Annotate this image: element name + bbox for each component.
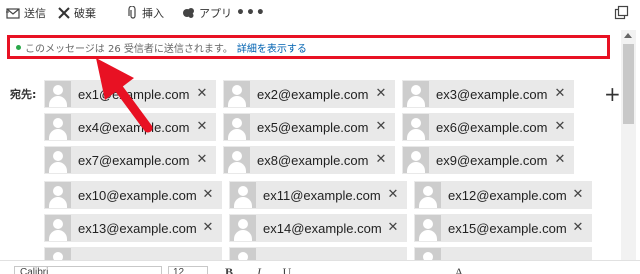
remove-icon[interactable]: ✕ [552, 86, 568, 102]
recipient-chip[interactable]: ex12@example.com ✕ [414, 181, 592, 209]
avatar [45, 215, 71, 241]
underline-button[interactable]: U [278, 265, 296, 274]
remove-icon[interactable]: ✕ [194, 86, 210, 102]
remove-icon[interactable]: ✕ [200, 220, 216, 236]
recipient-chip[interactable]: ex7@example.com ✕ [44, 146, 216, 174]
more-icon: ••• [236, 5, 266, 21]
status-dot-icon [16, 44, 21, 50]
insert-button[interactable]: 挿入 [128, 4, 164, 22]
avatar [45, 182, 71, 208]
remove-icon[interactable]: ✕ [373, 86, 389, 102]
attach-icon [128, 6, 136, 19]
recipient-chip[interactable]: ex10@example.com ✕ [44, 181, 222, 209]
recipient-email: ex2@example.com [257, 86, 369, 102]
recipient-email: ex8@example.com [257, 152, 369, 168]
recipient-email: ex1@example.com [78, 86, 190, 102]
add-icon[interactable]: + [604, 84, 621, 104]
recipient-email: ex9@example.com [436, 152, 548, 168]
recipient-chip[interactable]: ex4@example.com ✕ [44, 113, 216, 141]
recipient-chip[interactable]: ex8@example.com ✕ [223, 146, 395, 174]
send-label: 送信 [24, 7, 46, 20]
avatar [45, 114, 71, 140]
avatar [45, 147, 71, 173]
recipient-email: ex13@example.com [78, 220, 197, 236]
send-icon [6, 8, 20, 19]
font-family-select[interactable]: Calibri [14, 266, 162, 274]
recipient-chip[interactable]: ex1@example.com ✕ [44, 80, 216, 108]
remove-icon[interactable]: ✕ [385, 187, 401, 203]
font-color-button[interactable]: A [450, 265, 468, 274]
remove-icon[interactable]: ✕ [200, 187, 216, 203]
remove-icon[interactable]: ✕ [552, 119, 568, 135]
avatar [415, 215, 441, 241]
recipient-email: ex10@example.com [78, 187, 197, 203]
to-label: 宛先: [10, 88, 37, 101]
recipient-email: ex4@example.com [78, 119, 190, 135]
scrollbar-thumb[interactable] [623, 44, 634, 124]
remove-icon[interactable]: ✕ [373, 152, 389, 168]
recipient-chip[interactable]: ex2@example.com ✕ [223, 80, 395, 108]
avatar [45, 81, 71, 107]
recipient-email: ex6@example.com [436, 119, 548, 135]
avatar [230, 215, 256, 241]
recipient-email: ex14@example.com [263, 220, 382, 236]
apps-button[interactable]: アプリ [182, 4, 232, 22]
remove-icon[interactable]: ✕ [552, 152, 568, 168]
discard-icon [58, 7, 70, 19]
avatar [403, 114, 429, 140]
command-toolbar: 送信 破棄 挿入 アプリ ••• [0, 0, 640, 26]
recipient-chip[interactable]: ex15@example.com ✕ [414, 214, 592, 242]
remove-icon[interactable]: ✕ [570, 187, 586, 203]
recipient-email: ex5@example.com [257, 119, 369, 135]
avatar [230, 182, 256, 208]
scroll-up-icon[interactable] [624, 33, 632, 38]
avatar [224, 147, 250, 173]
recipient-chip[interactable]: ex9@example.com ✕ [402, 146, 574, 174]
avatar [224, 114, 250, 140]
font-size-select[interactable]: 12 [168, 266, 208, 274]
recipient-chip[interactable]: ex6@example.com ✕ [402, 113, 574, 141]
avatar [403, 81, 429, 107]
send-button[interactable]: 送信 [6, 4, 46, 22]
apps-label: アプリ [199, 7, 232, 20]
recipient-chip[interactable]: ex11@example.com ✕ [229, 181, 407, 209]
recipient-chip[interactable]: ex3@example.com ✕ [402, 80, 574, 108]
insert-label: 挿入 [142, 7, 164, 20]
remove-icon[interactable]: ✕ [570, 220, 586, 236]
italic-button[interactable]: I [250, 265, 268, 274]
recipient-email: ex3@example.com [436, 86, 548, 102]
remove-icon[interactable]: ✕ [385, 220, 401, 236]
bold-button[interactable]: B [220, 265, 238, 274]
recipient-email: ex11@example.com [263, 187, 381, 203]
recipient-chip[interactable]: ex14@example.com ✕ [229, 214, 407, 242]
notification-message: このメッセージは 26 受信者に送信されます。 [25, 43, 233, 55]
format-toolbar: Calibri 12 B I U A [0, 260, 640, 274]
show-details-link[interactable]: 詳細を表示する [237, 40, 307, 55]
popout-icon[interactable] [613, 5, 629, 21]
recipient-email: ex15@example.com [448, 220, 567, 236]
apps-icon [183, 8, 194, 18]
avatar [403, 147, 429, 173]
remove-icon[interactable]: ✕ [194, 119, 210, 135]
more-button[interactable]: ••• [236, 4, 266, 22]
discard-label: 破棄 [74, 7, 96, 20]
recipient-count-notification: このメッセージは 26 受信者に送信されます。 詳細を表示する [7, 35, 610, 59]
discard-button[interactable]: 破棄 [58, 4, 96, 22]
remove-icon[interactable]: ✕ [373, 119, 389, 135]
recipient-chip[interactable]: ex5@example.com ✕ [223, 113, 395, 141]
remove-icon[interactable]: ✕ [194, 152, 210, 168]
recipient-email: ex7@example.com [78, 152, 190, 168]
avatar [224, 81, 250, 107]
avatar [415, 182, 441, 208]
recipient-email: ex12@example.com [448, 187, 567, 203]
recipient-chip[interactable]: ex13@example.com ✕ [44, 214, 222, 242]
